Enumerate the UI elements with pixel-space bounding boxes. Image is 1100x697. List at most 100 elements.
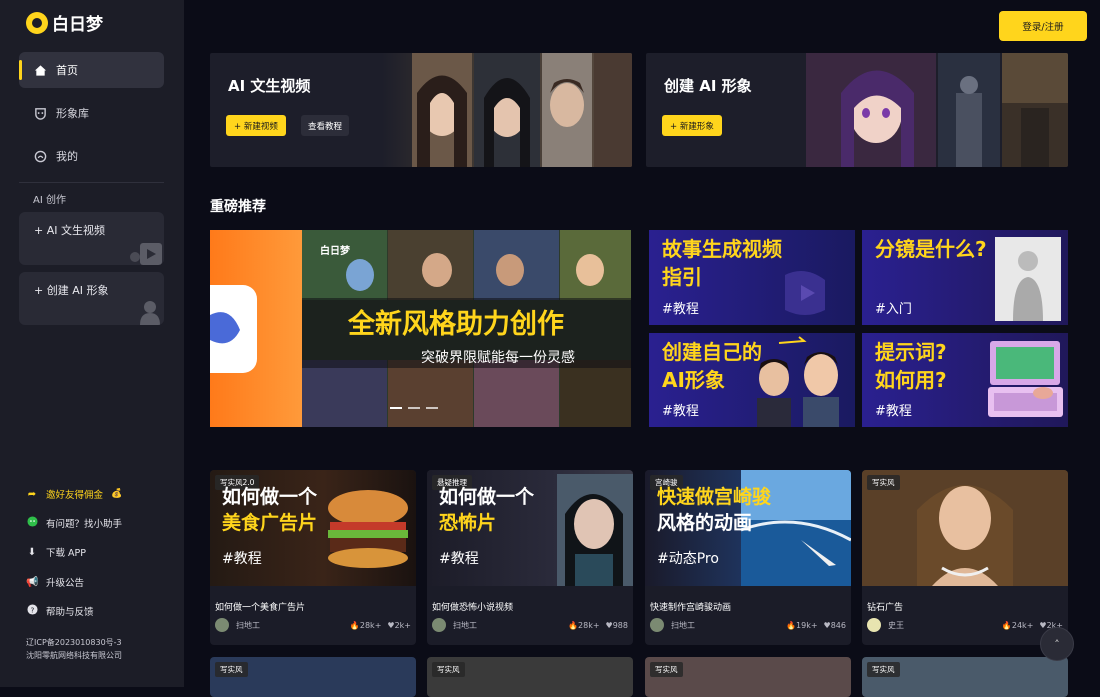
burger-image xyxy=(328,490,408,568)
chevron-up-icon: ˄ xyxy=(1054,637,1060,651)
like-count: 846 xyxy=(830,620,846,630)
card-meta: 扫地工 🔥28k+ ♥2k+ xyxy=(215,618,411,632)
help-icon: ? xyxy=(26,604,38,618)
user-face-icon xyxy=(33,149,47,163)
video-card[interactable]: 写实风 xyxy=(862,657,1068,697)
tile-prompt-guide[interactable]: 提示词? 如何用? #教程 xyxy=(862,333,1068,427)
video-card[interactable]: 写实风 xyxy=(210,657,416,697)
svg-text:?: ? xyxy=(30,605,34,614)
video-card[interactable]: 写实风2.0 如何做一个 美食广告片 #教程 如何做一个美食广告片 扫地工 🔥2… xyxy=(210,470,416,645)
author-name[interactable]: 扫地工 xyxy=(236,620,260,631)
nav-label: 形象库 xyxy=(56,107,89,120)
create-video-card[interactable]: + AI 文生视频 xyxy=(19,212,164,265)
nav-avatars[interactable]: 形象库 xyxy=(19,95,164,131)
author-name[interactable]: 史王 xyxy=(888,620,904,631)
new-video-button[interactable]: + 新建视频 xyxy=(226,115,286,136)
style-badge: 写实风 xyxy=(867,662,900,677)
announcement-link[interactable]: 📢 升级公告 xyxy=(26,575,84,590)
author-name[interactable]: 扫地工 xyxy=(453,620,477,631)
video-card[interactable]: 悬疑推理 如何做一个 恐怖片 #教程 如何做恐怖小说视频 扫地工 🔥28k+ ♥9… xyxy=(427,470,633,645)
create-label: AI 文生视频 xyxy=(46,224,105,237)
fire-icon: 🔥 xyxy=(568,620,579,630)
fire-icon: 🔥 xyxy=(1001,620,1012,630)
create-avatar-banner[interactable]: 创建 AI 形象 + 新建形象 xyxy=(646,53,1068,167)
tile-tag: #入门 xyxy=(875,302,912,317)
hero-title: 全新风格助力创作 xyxy=(348,309,564,340)
banner-title: AI 文生视频 xyxy=(228,77,311,95)
share-icon: ➦ xyxy=(27,488,37,500)
plus-icon: + xyxy=(34,224,44,237)
tile-title: 创建自己的 AI形象 xyxy=(662,340,762,392)
card-title: 钻石广告 xyxy=(867,603,904,613)
tile-title: 提示词? 如何用? xyxy=(875,340,947,392)
sketch-figure-image xyxy=(995,237,1061,321)
download-app-link[interactable]: ⬇ 下载 APP xyxy=(26,545,86,560)
video-deco-icon xyxy=(130,243,162,265)
new-avatar-button[interactable]: + 新建形象 xyxy=(662,115,722,136)
heart-icon: ♥ xyxy=(387,620,395,630)
megaphone-icon: 📢 xyxy=(26,576,39,588)
hero-subtitle: 突破界限赋能每一份灵感 xyxy=(421,350,575,366)
nav-mine[interactable]: 我的 xyxy=(19,138,164,174)
thumb-title: 恐怖片 xyxy=(439,512,497,534)
keyboard-image xyxy=(988,341,1063,417)
style-badge: 写实风 xyxy=(867,475,900,490)
logo-text: 白日梦 xyxy=(52,15,103,35)
girl-image xyxy=(557,474,633,586)
text-to-video-banner[interactable]: AI 文生视频 + 新建视频 查看教程 xyxy=(210,53,632,167)
nav-home[interactable]: 首页 xyxy=(19,52,164,88)
video-card[interactable]: 写实风 xyxy=(645,657,851,697)
person-deco-icon xyxy=(140,301,160,325)
card-meta: 史王 🔥24k+ ♥2k+ xyxy=(867,618,1063,632)
card-thumbnail: 写实风2.0 如何做一个 美食广告片 #教程 xyxy=(210,470,416,586)
plus-icon: + xyxy=(34,284,44,297)
banner-artwork xyxy=(382,53,632,167)
assistant-link[interactable]: 有问题？找小助手 xyxy=(26,516,122,530)
avatar[interactable] xyxy=(215,618,229,632)
tile-tag: #教程 xyxy=(662,404,699,419)
nav-label: 首页 xyxy=(56,64,78,77)
video-card[interactable]: 宫崎骏 快速做宫崎骏 风格的动画 #动态Pro 快速制作宫崎骏动画 扫地工 🔥1… xyxy=(645,470,851,645)
banner-title: 创建 AI 形象 xyxy=(664,77,752,95)
card-meta: 扫地工 🔥28k+ ♥988 xyxy=(432,618,628,632)
style-badge: 写实风 xyxy=(432,662,465,677)
tile-create-avatar[interactable]: 创建自己的 AI形象 #教程 xyxy=(649,333,855,427)
card-title: 快速制作宫崎骏动画 xyxy=(650,603,732,613)
avatar-faces-image xyxy=(757,336,839,427)
thumb-tag: #教程 xyxy=(439,551,479,567)
carousel-dots[interactable] xyxy=(390,407,438,409)
foot-label: 下载 APP xyxy=(46,548,86,559)
wechat-icon xyxy=(26,516,38,530)
tile-story-video[interactable]: 故事生成视频 指引 #教程 xyxy=(649,230,855,325)
hero-logo: 白日梦 xyxy=(320,246,350,257)
logo[interactable]: 白日梦 xyxy=(26,10,103,35)
video-card[interactable]: 写实风 钻石广告 史王 🔥24k+ ♥2k+ xyxy=(862,470,1068,645)
hot-count: 19k+ xyxy=(796,620,818,630)
login-button[interactable]: 登录/注册 xyxy=(999,11,1087,41)
card-title: 如何做一个美食广告片 xyxy=(215,603,306,613)
icp-number[interactable]: 辽ICP备2023010830号-3 xyxy=(26,636,122,649)
avatar[interactable] xyxy=(867,618,881,632)
help-link[interactable]: ? 帮助与反馈 xyxy=(26,604,94,618)
create-avatar-card[interactable]: + 创建 AI 形象 xyxy=(19,272,164,325)
video-card[interactable]: 写实风 xyxy=(427,657,633,697)
icp-info: 辽ICP备2023010830号-3 沈阳零航网络科技有限公司 xyxy=(26,636,122,662)
author-name[interactable]: 扫地工 xyxy=(671,620,695,631)
logo-icon xyxy=(26,11,48,34)
foot-label: 帮助与反馈 xyxy=(46,607,94,618)
tile-tag: #教程 xyxy=(875,404,912,419)
invite-link[interactable]: ➦ 邀好友得佣金 💰 xyxy=(26,487,122,502)
card-meta: 扫地工 🔥19k+ ♥846 xyxy=(650,618,846,632)
hero-carousel[interactable]: 白日梦 全新风格助力创作 突破界限赋能每一份灵感 xyxy=(210,230,631,427)
avatar[interactable] xyxy=(650,618,664,632)
foot-label: 邀好友得佣金 xyxy=(46,490,104,501)
view-tutorial-button[interactable]: 查看教程 xyxy=(301,115,350,136)
thumb-title: 风格的动画 xyxy=(657,512,753,534)
play-deco-icon xyxy=(785,271,825,315)
tile-storyboard[interactable]: 分镜是什么? #入门 xyxy=(862,230,1068,325)
avatar[interactable] xyxy=(432,618,446,632)
card-thumbnail: 悬疑推理 如何做一个 恐怖片 #教程 xyxy=(427,470,633,586)
download-icon: ⬇ xyxy=(27,546,37,558)
scroll-to-top-button[interactable]: ˄ xyxy=(1040,627,1074,661)
mask-icon xyxy=(33,106,47,120)
